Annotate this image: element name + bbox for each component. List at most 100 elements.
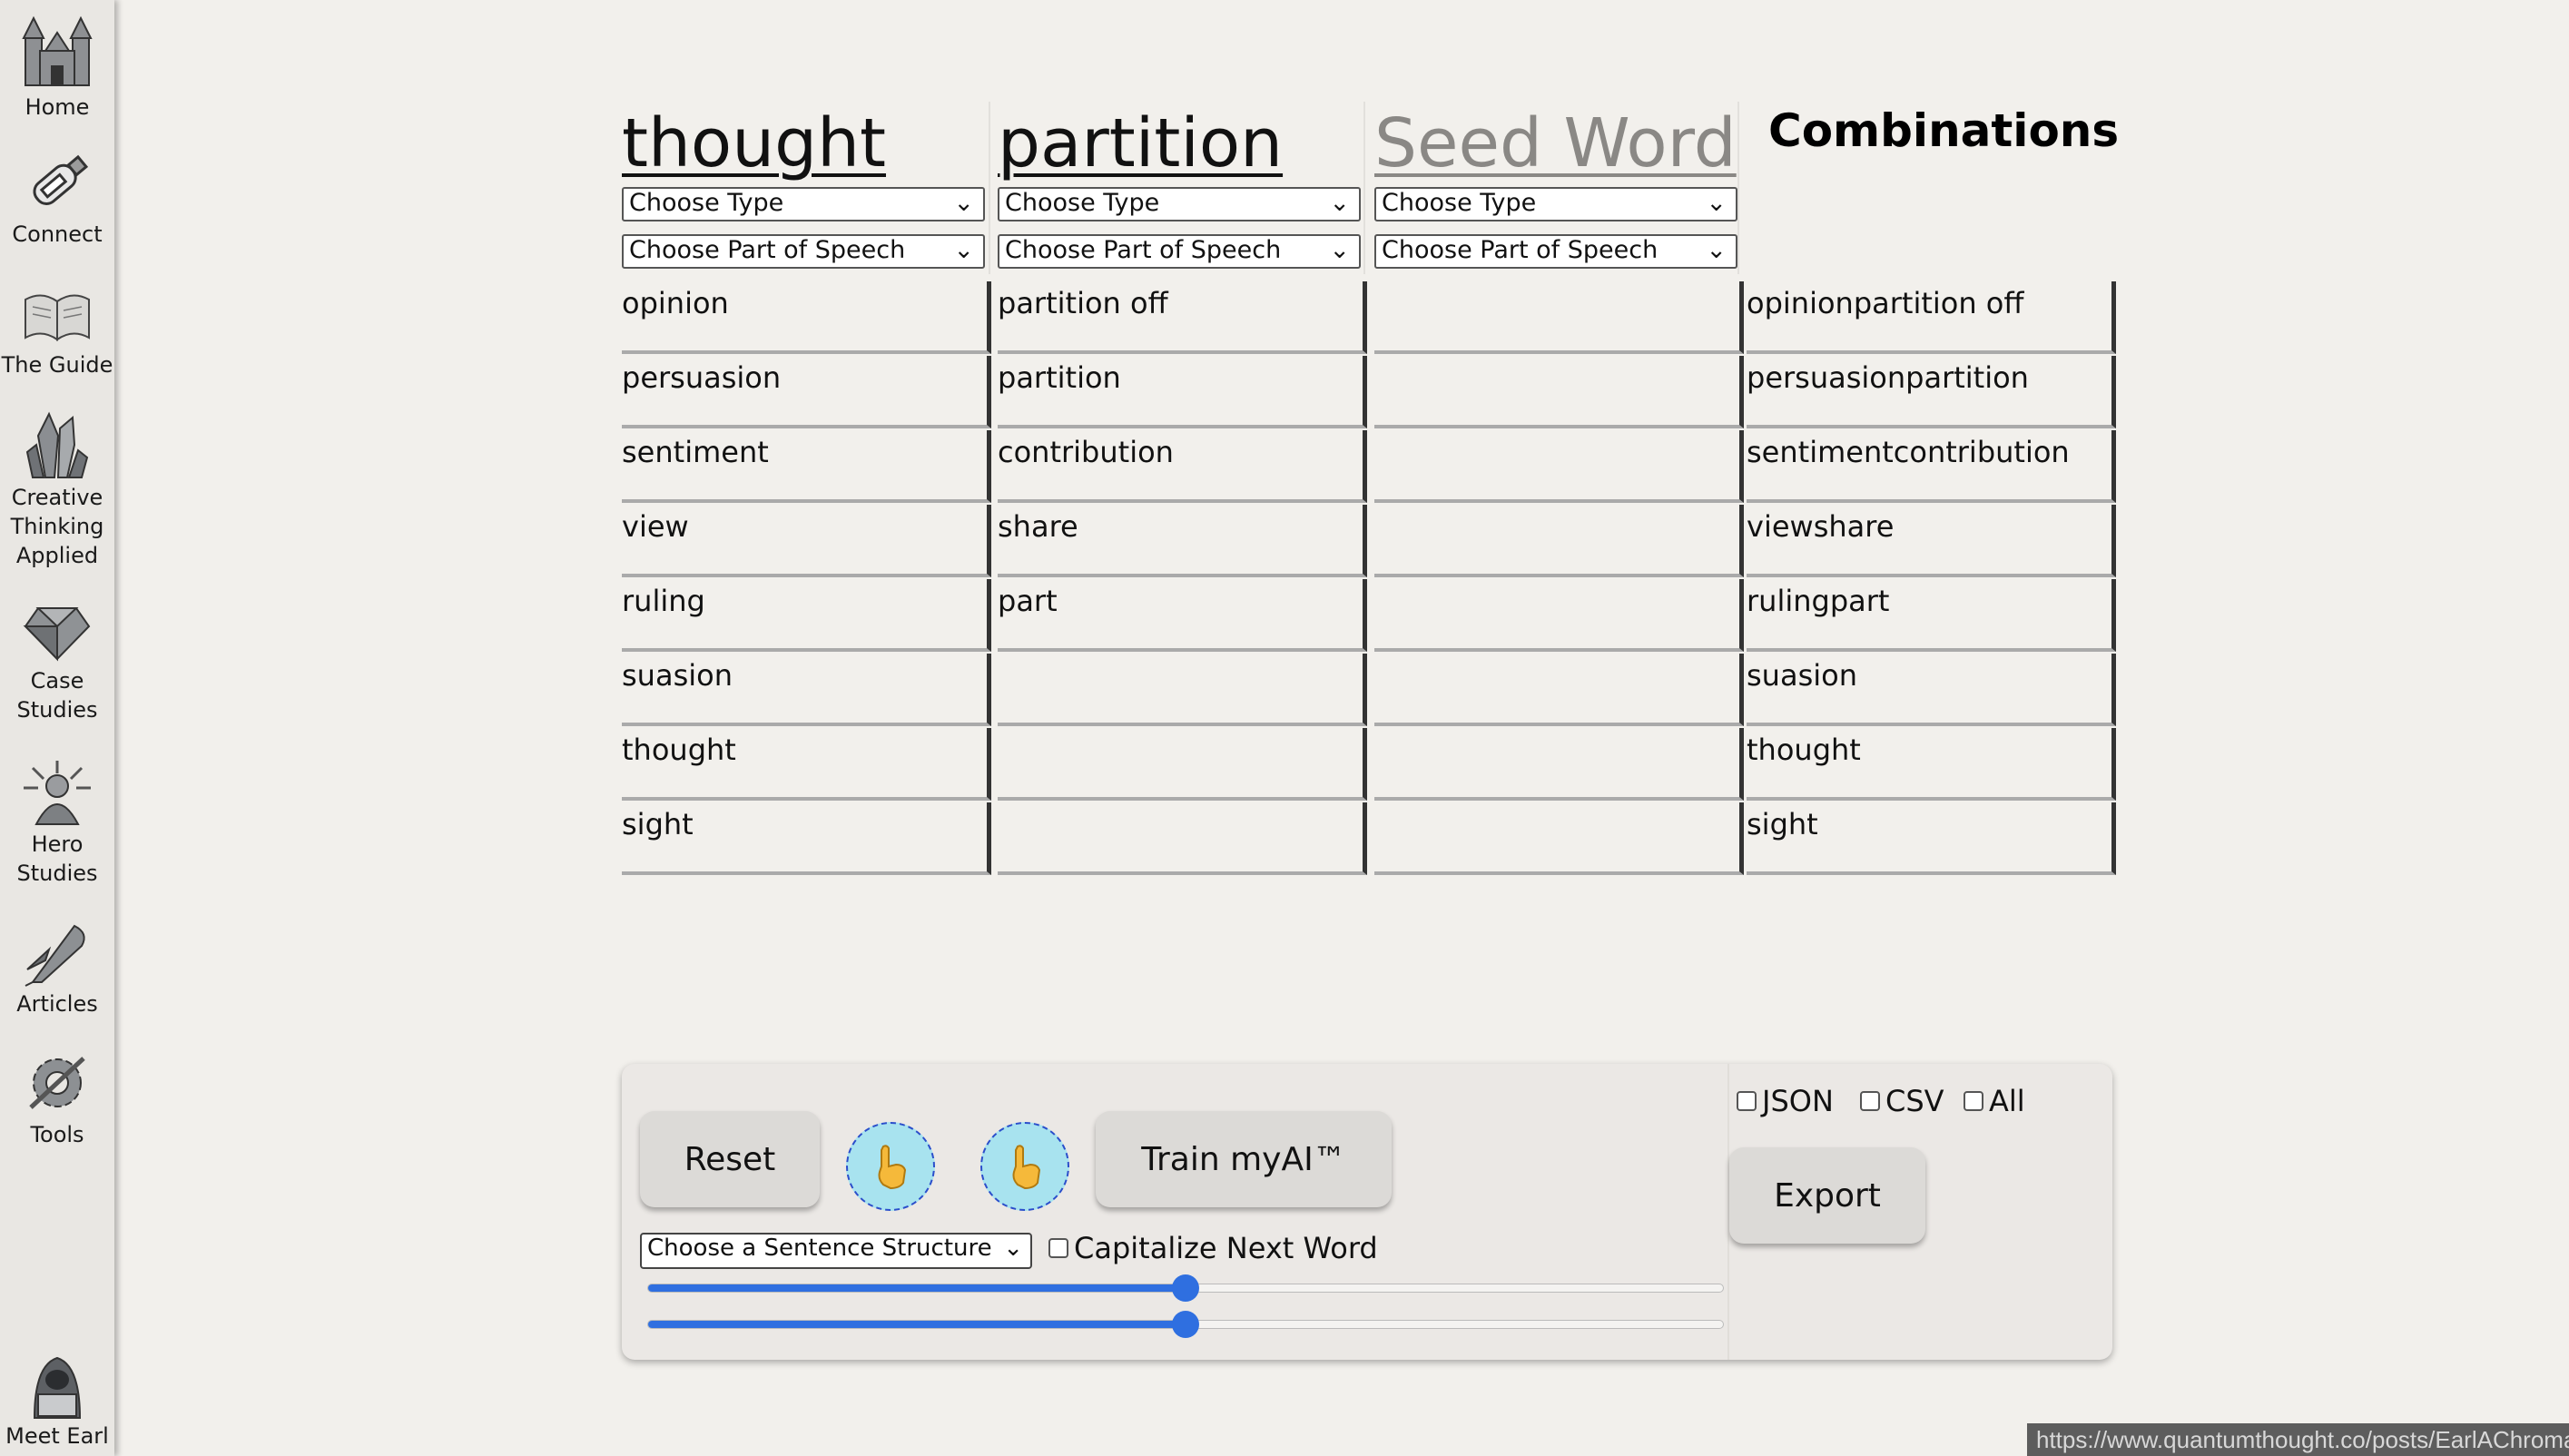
nav-hero-studies[interactable]: Hero Studies: [0, 757, 114, 888]
json-option[interactable]: JSON: [1737, 1084, 1834, 1118]
word-cell[interactable]: [998, 728, 1367, 801]
sentence-structure-select[interactable]: Choose a Sentence Structure ⌄: [640, 1233, 1032, 1269]
nav-the-guide-label: The Guide: [1, 352, 113, 378]
gear-tools-icon: [29, 1057, 85, 1109]
word-cell[interactable]: sentiment: [622, 430, 991, 503]
nav-connect-label: Connect: [12, 221, 103, 247]
word-cell[interactable]: [1374, 281, 1744, 354]
json-label: JSON: [1762, 1084, 1834, 1118]
chevron-down-icon: ⌄: [1706, 189, 1727, 217]
combination-cell[interactable]: viewshare: [1747, 505, 2116, 577]
column-2-title[interactable]: partition: [998, 102, 1283, 185]
nav-meet-earl[interactable]: Meet Earl: [0, 1347, 114, 1451]
gem-stone-icon: [23, 607, 91, 662]
all-label: All: [1989, 1084, 2025, 1118]
word-cell[interactable]: [1374, 654, 1744, 726]
capitalize-label: Capitalize Next Word: [1074, 1231, 1378, 1265]
combination-cell[interactable]: thought: [1747, 728, 2116, 801]
column-divider: [1737, 102, 1739, 274]
nav-creative-thinking-applied-label: Creative Thinking Applied: [10, 485, 104, 568]
pointing-hand-icon: [878, 1145, 907, 1190]
slider-1-thumb[interactable]: [1172, 1274, 1199, 1302]
word-cell[interactable]: contribution: [998, 430, 1367, 503]
word-cell[interactable]: partition off: [998, 281, 1367, 354]
export-button[interactable]: Export: [1729, 1147, 1925, 1244]
word-cell[interactable]: [998, 654, 1367, 726]
column-1-part-of-speech-select[interactable]: Choose Part of Speech ⌄: [622, 234, 985, 269]
column-divider: [989, 102, 990, 274]
sidebar-nav: Home Connect The Guide Creative Thinking…: [0, 0, 114, 1456]
column-3-type-select[interactable]: Choose Type ⌄: [1374, 187, 1737, 221]
quill-icon: [25, 924, 85, 987]
nav-case-studies[interactable]: Case Studies: [0, 599, 114, 724]
chevron-down-icon: ⌄: [1329, 236, 1350, 264]
slider-1[interactable]: [647, 1274, 1724, 1302]
nav-connect[interactable]: Connect: [0, 145, 114, 249]
combination-cell[interactable]: rulingpart: [1747, 579, 2116, 652]
word-cell[interactable]: view: [622, 505, 991, 577]
word-cell[interactable]: thought: [622, 728, 991, 801]
word-cell[interactable]: [1374, 579, 1744, 652]
reset-button[interactable]: Reset: [640, 1111, 820, 1207]
nav-tools[interactable]: Tools: [0, 1048, 114, 1149]
chevron-down-icon: ⌄: [1329, 189, 1350, 217]
capitalize-next-word-option[interactable]: Capitalize Next Word: [1048, 1231, 1378, 1265]
column-1-type-select[interactable]: Choose Type ⌄: [622, 187, 985, 221]
word-cell[interactable]: persuasion: [622, 356, 991, 428]
word-cell[interactable]: ruling: [622, 579, 991, 652]
chevron-down-icon: ⌄: [953, 236, 974, 264]
word-cell[interactable]: sight: [622, 802, 991, 875]
chevron-down-icon: ⌄: [1706, 236, 1727, 264]
word-column-1: thought Choose Type ⌄ Choose Part of Spe…: [622, 102, 985, 269]
open-book-icon: [25, 294, 90, 341]
slider-2-thumb[interactable]: [1172, 1311, 1199, 1338]
word-cell[interactable]: [1374, 356, 1744, 428]
word-cell[interactable]: share: [998, 505, 1367, 577]
combination-cell[interactable]: sentimentcontribution: [1747, 430, 2116, 503]
csv-option[interactable]: CSV: [1860, 1084, 1944, 1118]
combination-cell[interactable]: persuasionpartition: [1747, 356, 2116, 428]
control-panel: Reset Train myAI™ Choose a Sentence Stru…: [622, 1064, 2112, 1360]
combination-cell[interactable]: opinionpartition off: [1747, 281, 2116, 354]
word-cell[interactable]: [1374, 802, 1744, 875]
column-1-title[interactable]: thought: [622, 102, 886, 185]
pointing-hand-icon: [1012, 1145, 1041, 1190]
combinations-title: Combinations: [1768, 104, 2120, 157]
nav-hero-studies-label: Hero Studies: [16, 831, 98, 886]
column-3-title[interactable]: Seed Word: [1374, 102, 1737, 185]
word-cell[interactable]: [998, 802, 1367, 875]
all-checkbox[interactable]: [1964, 1091, 1983, 1111]
hand-button-2[interactable]: [980, 1122, 1069, 1211]
word-cell[interactable]: opinion: [622, 281, 991, 354]
column-2-type-select[interactable]: Choose Type ⌄: [998, 187, 1361, 221]
word-cell[interactable]: partition: [998, 356, 1367, 428]
word-cell[interactable]: [1374, 505, 1744, 577]
nav-the-guide[interactable]: The Guide: [0, 283, 114, 379]
capitalize-checkbox[interactable]: [1048, 1238, 1068, 1258]
hero-figure-icon: [24, 761, 91, 825]
nav-articles[interactable]: Articles: [0, 919, 114, 1018]
train-myai-button[interactable]: Train myAI™: [1096, 1111, 1392, 1207]
castle-icon: [22, 15, 93, 86]
nav-case-studies-label: Case Studies: [16, 668, 98, 723]
word-cell[interactable]: part: [998, 579, 1367, 652]
word-cell[interactable]: suasion: [622, 654, 991, 726]
nav-meet-earl-label: Meet Earl: [5, 1423, 109, 1449]
column-3-part-of-speech-select[interactable]: Choose Part of Speech ⌄: [1374, 234, 1737, 269]
nav-home[interactable]: Home: [0, 13, 114, 122]
word-cell[interactable]: [1374, 728, 1744, 801]
combination-cell[interactable]: sight: [1747, 802, 2116, 875]
combination-cell[interactable]: suasion: [1747, 654, 2116, 726]
hand-button-1[interactable]: [846, 1122, 935, 1211]
status-url-bar: https://www.quantumthought.co/posts/Earl…: [2027, 1423, 2569, 1456]
nav-creative-thinking-applied[interactable]: Creative Thinking Applied: [0, 408, 114, 570]
nav-articles-label: Articles: [16, 991, 98, 1017]
all-option[interactable]: All: [1964, 1084, 2025, 1118]
column-2-part-of-speech-select[interactable]: Choose Part of Speech ⌄: [998, 234, 1361, 269]
word-cell[interactable]: [1374, 430, 1744, 503]
crystal-cluster-icon: [25, 411, 89, 478]
json-checkbox[interactable]: [1737, 1091, 1757, 1111]
slider-2[interactable]: [647, 1311, 1724, 1338]
word-column-2: partition Choose Type ⌄ Choose Part of S…: [998, 102, 1361, 269]
csv-checkbox[interactable]: [1860, 1091, 1880, 1111]
